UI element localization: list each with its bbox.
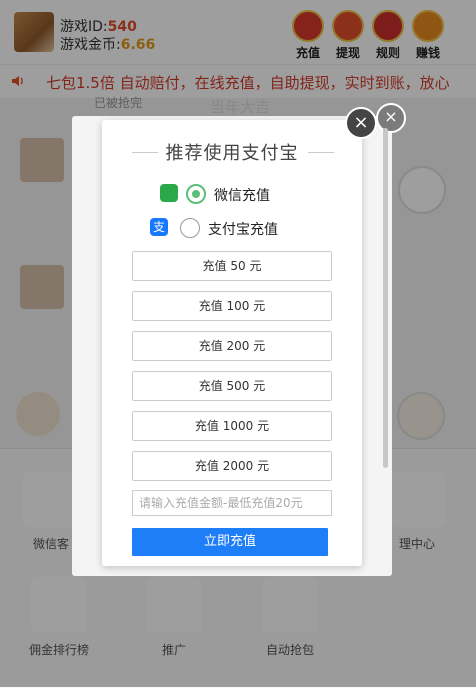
amount-1000-button[interactable]: 充值 1000 元 — [132, 411, 332, 441]
payment-label: 支付宝充值 — [208, 222, 278, 238]
amount-2000-button[interactable]: 充值 2000 元 — [132, 451, 332, 481]
close-icon: × — [384, 107, 398, 126]
payment-label: 微信充值 — [214, 188, 270, 204]
close-button[interactable]: × — [345, 107, 377, 139]
recharge-modal: 推荐使用支付宝 微信充值 支 支付宝充值 充值 50 元 充值 100 元 充值… — [102, 120, 362, 566]
radio-wechat[interactable] — [186, 184, 206, 204]
modal-title: 推荐使用支付宝 — [165, 143, 299, 164]
radio-alipay[interactable] — [180, 218, 200, 238]
wechat-pay-icon — [160, 184, 178, 202]
amount-200-button[interactable]: 充值 200 元 — [132, 331, 332, 361]
amount-100-button[interactable]: 充值 100 元 — [132, 291, 332, 321]
alipay-icon: 支 — [150, 218, 168, 236]
custom-amount-input[interactable]: 请输入充值金额-最低充值20元 — [132, 490, 332, 516]
scrollbar[interactable] — [383, 128, 388, 468]
back-modal-title: 当年大吉 — [210, 98, 271, 116]
amount-50-button[interactable]: 充值 50 元 — [132, 251, 332, 281]
amount-500-button[interactable]: 充值 500 元 — [132, 371, 332, 401]
recharge-submit-button[interactable]: 立即充值 — [132, 528, 328, 556]
close-icon: × — [353, 112, 369, 133]
back-close-button[interactable]: × — [376, 103, 406, 133]
